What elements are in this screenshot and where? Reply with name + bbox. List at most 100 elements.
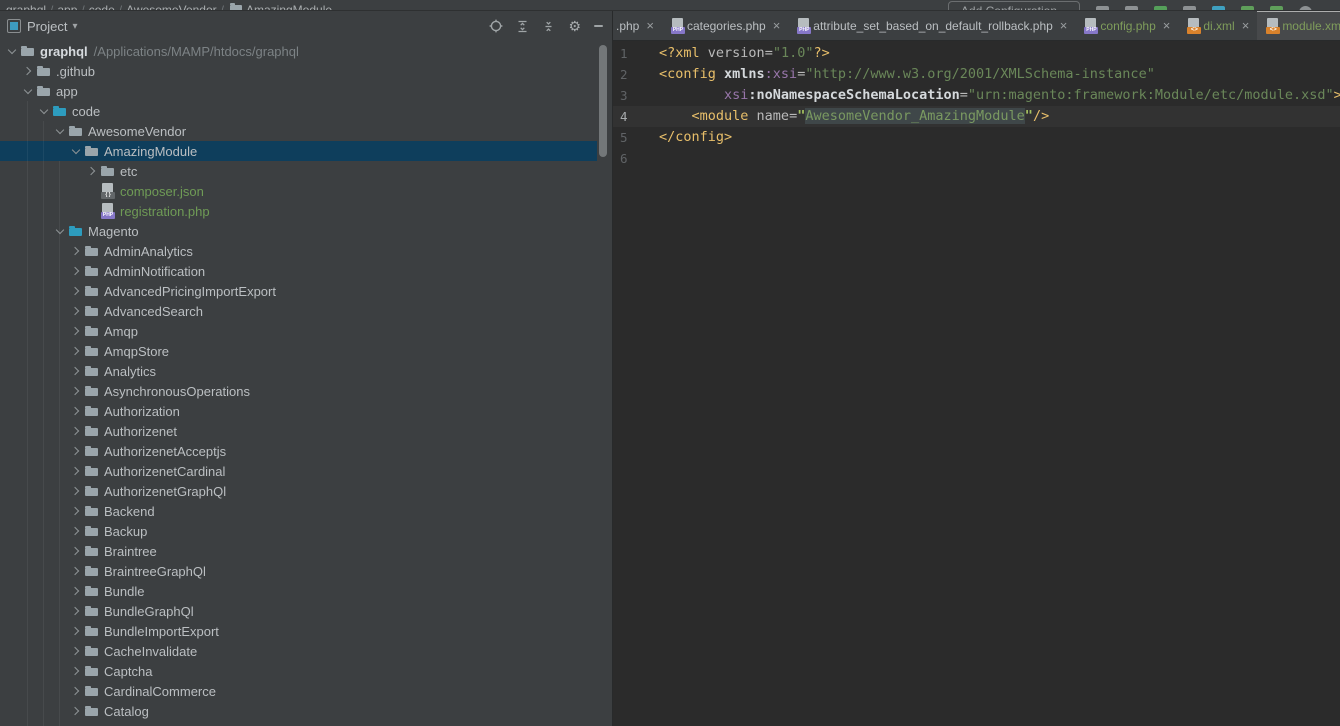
tree-item-AdminAnalytics[interactable]: AdminAnalytics [0, 241, 612, 261]
tree-item-code[interactable]: code [0, 101, 612, 121]
code-line-6[interactable]: 6 [613, 148, 1340, 169]
code-line-1[interactable]: 1<?xml version="1.0"?> [613, 43, 1340, 64]
chevron-right-icon[interactable] [68, 721, 84, 726]
code-line-2[interactable]: 2<config xmlns:xsi="http://www.w3.org/20… [613, 64, 1340, 85]
tree-item-app[interactable]: app [0, 81, 612, 101]
tree-item-AuthorizenetAcceptjs[interactable]: AuthorizenetAcceptjs [0, 441, 612, 461]
tree-item-Captcha[interactable]: Captcha [0, 661, 612, 681]
code-editor[interactable]: 1<?xml version="1.0"?>2<config xmlns:xsi… [613, 41, 1340, 726]
tree-item-AsynchronousOperations[interactable]: AsynchronousOperations [0, 381, 612, 401]
chevron-right-icon[interactable] [68, 341, 84, 361]
chevron-right-icon[interactable] [68, 501, 84, 521]
hide-panel-icon[interactable] [594, 25, 603, 27]
add-configuration-button[interactable]: Add Configuration... [948, 1, 1080, 11]
tree-item-registration.php[interactable]: registration.php [0, 201, 612, 221]
dropdown-caret-icon[interactable]: ▾ [72, 21, 77, 32]
tab-di.xml[interactable]: di.xml× [1178, 11, 1257, 40]
chevron-down-icon[interactable] [52, 221, 68, 241]
chevron-right-icon[interactable] [68, 681, 84, 701]
tree-item-CardinalCommerce[interactable]: CardinalCommerce [0, 681, 612, 701]
chevron-right-icon[interactable] [68, 641, 84, 661]
chevron-right-icon[interactable] [68, 481, 84, 501]
close-icon[interactable]: × [1060, 19, 1068, 32]
tree-item-AmazingModule[interactable]: AmazingModule [0, 141, 612, 161]
chevron-down-icon[interactable] [4, 41, 20, 61]
expand-all-icon[interactable] [516, 20, 529, 33]
chevron-right-icon[interactable] [20, 61, 36, 81]
tree-item-Backup[interactable]: Backup [0, 521, 612, 541]
tab-config.php[interactable]: config.php× [1075, 11, 1178, 40]
tree-item-Amqp[interactable]: Amqp [0, 321, 612, 341]
tree-item-etc[interactable]: etc [0, 161, 612, 181]
tree-item-Catalog[interactable]: Catalog [0, 701, 612, 721]
tree-item-composer.json[interactable]: composer.json [0, 181, 612, 201]
tree-item-BundleImportExport[interactable]: BundleImportExport [0, 621, 612, 641]
tree-item-AdminNotification[interactable]: AdminNotification [0, 261, 612, 281]
tree-item-Analytics[interactable]: Analytics [0, 361, 612, 381]
chevron-right-icon[interactable] [68, 301, 84, 321]
chevron-right-icon[interactable] [68, 521, 84, 541]
tab-attribute_set_based_on_default_rollback.php[interactable]: attribute_set_based_on_default_rollback.… [788, 11, 1075, 40]
chevron-right-icon[interactable] [68, 361, 84, 381]
tree-item-CatalogAnalytics[interactable]: CatalogAnalytics [0, 721, 612, 726]
chevron-right-icon[interactable] [68, 441, 84, 461]
tree-item-BraintreeGraphQl[interactable]: BraintreeGraphQl [0, 561, 612, 581]
tree-item-Authorization[interactable]: Authorization [0, 401, 612, 421]
close-icon[interactable]: × [1242, 19, 1250, 32]
tab-php[interactable]: .php× [613, 11, 662, 40]
tree-item-Braintree[interactable]: Braintree [0, 541, 612, 561]
chevron-right-icon[interactable] [68, 601, 84, 621]
chevron-down-icon[interactable] [68, 141, 84, 161]
breadcrumb-item[interactable]: AmazingModule [246, 3, 332, 11]
chevron-right-icon[interactable] [68, 321, 84, 341]
code-line-4[interactable]: 4 <module name="AwesomeVendor_AmazingMod… [613, 106, 1340, 127]
code-line-3[interactable]: 3 xsi:noNamespaceSchemaLocation="urn:mag… [613, 85, 1340, 106]
close-icon[interactable]: × [773, 19, 781, 32]
tree-item-.github[interactable]: .github [0, 61, 612, 81]
settings-gear-icon[interactable]: ⚙ [568, 20, 581, 33]
chevron-right-icon[interactable] [68, 381, 84, 401]
breadcrumb-item[interactable]: app [57, 3, 77, 11]
chevron-right-icon[interactable] [68, 461, 84, 481]
code-line-5[interactable]: 5</config> [613, 127, 1340, 148]
breadcrumb-item[interactable]: code [89, 3, 115, 11]
tab-module.xml[interactable]: module.xml× [1257, 11, 1340, 40]
chevron-right-icon[interactable] [68, 261, 84, 281]
tree-item-Backend[interactable]: Backend [0, 501, 612, 521]
chevron-right-icon[interactable] [68, 621, 84, 641]
locate-icon[interactable] [489, 19, 503, 33]
tree-item-Magento[interactable]: Magento [0, 221, 612, 241]
tree-item-BundleGraphQl[interactable]: BundleGraphQl [0, 601, 612, 621]
chevron-right-icon[interactable] [68, 541, 84, 561]
tree-item-AdvancedSearch[interactable]: AdvancedSearch [0, 301, 612, 321]
tree-item-AmqpStore[interactable]: AmqpStore [0, 341, 612, 361]
tree-item-Bundle[interactable]: Bundle [0, 581, 612, 601]
chevron-right-icon[interactable] [68, 661, 84, 681]
tree-scrollbar-thumb[interactable] [599, 45, 607, 157]
chevron-right-icon[interactable] [68, 701, 84, 721]
tree-item-CacheInvalidate[interactable]: CacheInvalidate [0, 641, 612, 661]
collapse-all-icon[interactable] [542, 20, 555, 33]
breadcrumb-item[interactable]: AwesomeVendor [126, 3, 217, 11]
tree-item-AuthorizenetGraphQl[interactable]: AuthorizenetGraphQl [0, 481, 612, 501]
chevron-right-icon[interactable] [68, 281, 84, 301]
project-panel-title[interactable]: Project [27, 19, 67, 34]
chevron-right-icon[interactable] [68, 581, 84, 601]
tree-item-AuthorizenetCardinal[interactable]: AuthorizenetCardinal [0, 461, 612, 481]
tree-item-graphql[interactable]: graphql/Applications/MAMP/htdocs/graphql [0, 41, 612, 61]
tab-categories.php[interactable]: categories.php× [662, 11, 788, 40]
chevron-down-icon[interactable] [52, 121, 68, 141]
chevron-down-icon[interactable] [20, 81, 36, 101]
tree-item-AdvancedPricingImportExport[interactable]: AdvancedPricingImportExport [0, 281, 612, 301]
chevron-right-icon[interactable] [68, 401, 84, 421]
close-icon[interactable]: × [646, 19, 654, 32]
tree-item-AwesomeVendor[interactable]: AwesomeVendor [0, 121, 612, 141]
chevron-down-icon[interactable] [36, 101, 52, 121]
chevron-right-icon[interactable] [68, 421, 84, 441]
chevron-right-icon[interactable] [68, 561, 84, 581]
tree-item-Authorizenet[interactable]: Authorizenet [0, 421, 612, 441]
breadcrumb-item[interactable]: graphql [6, 3, 46, 11]
close-icon[interactable]: × [1163, 19, 1171, 32]
chevron-right-icon[interactable] [68, 241, 84, 261]
chevron-right-icon[interactable] [84, 161, 100, 181]
